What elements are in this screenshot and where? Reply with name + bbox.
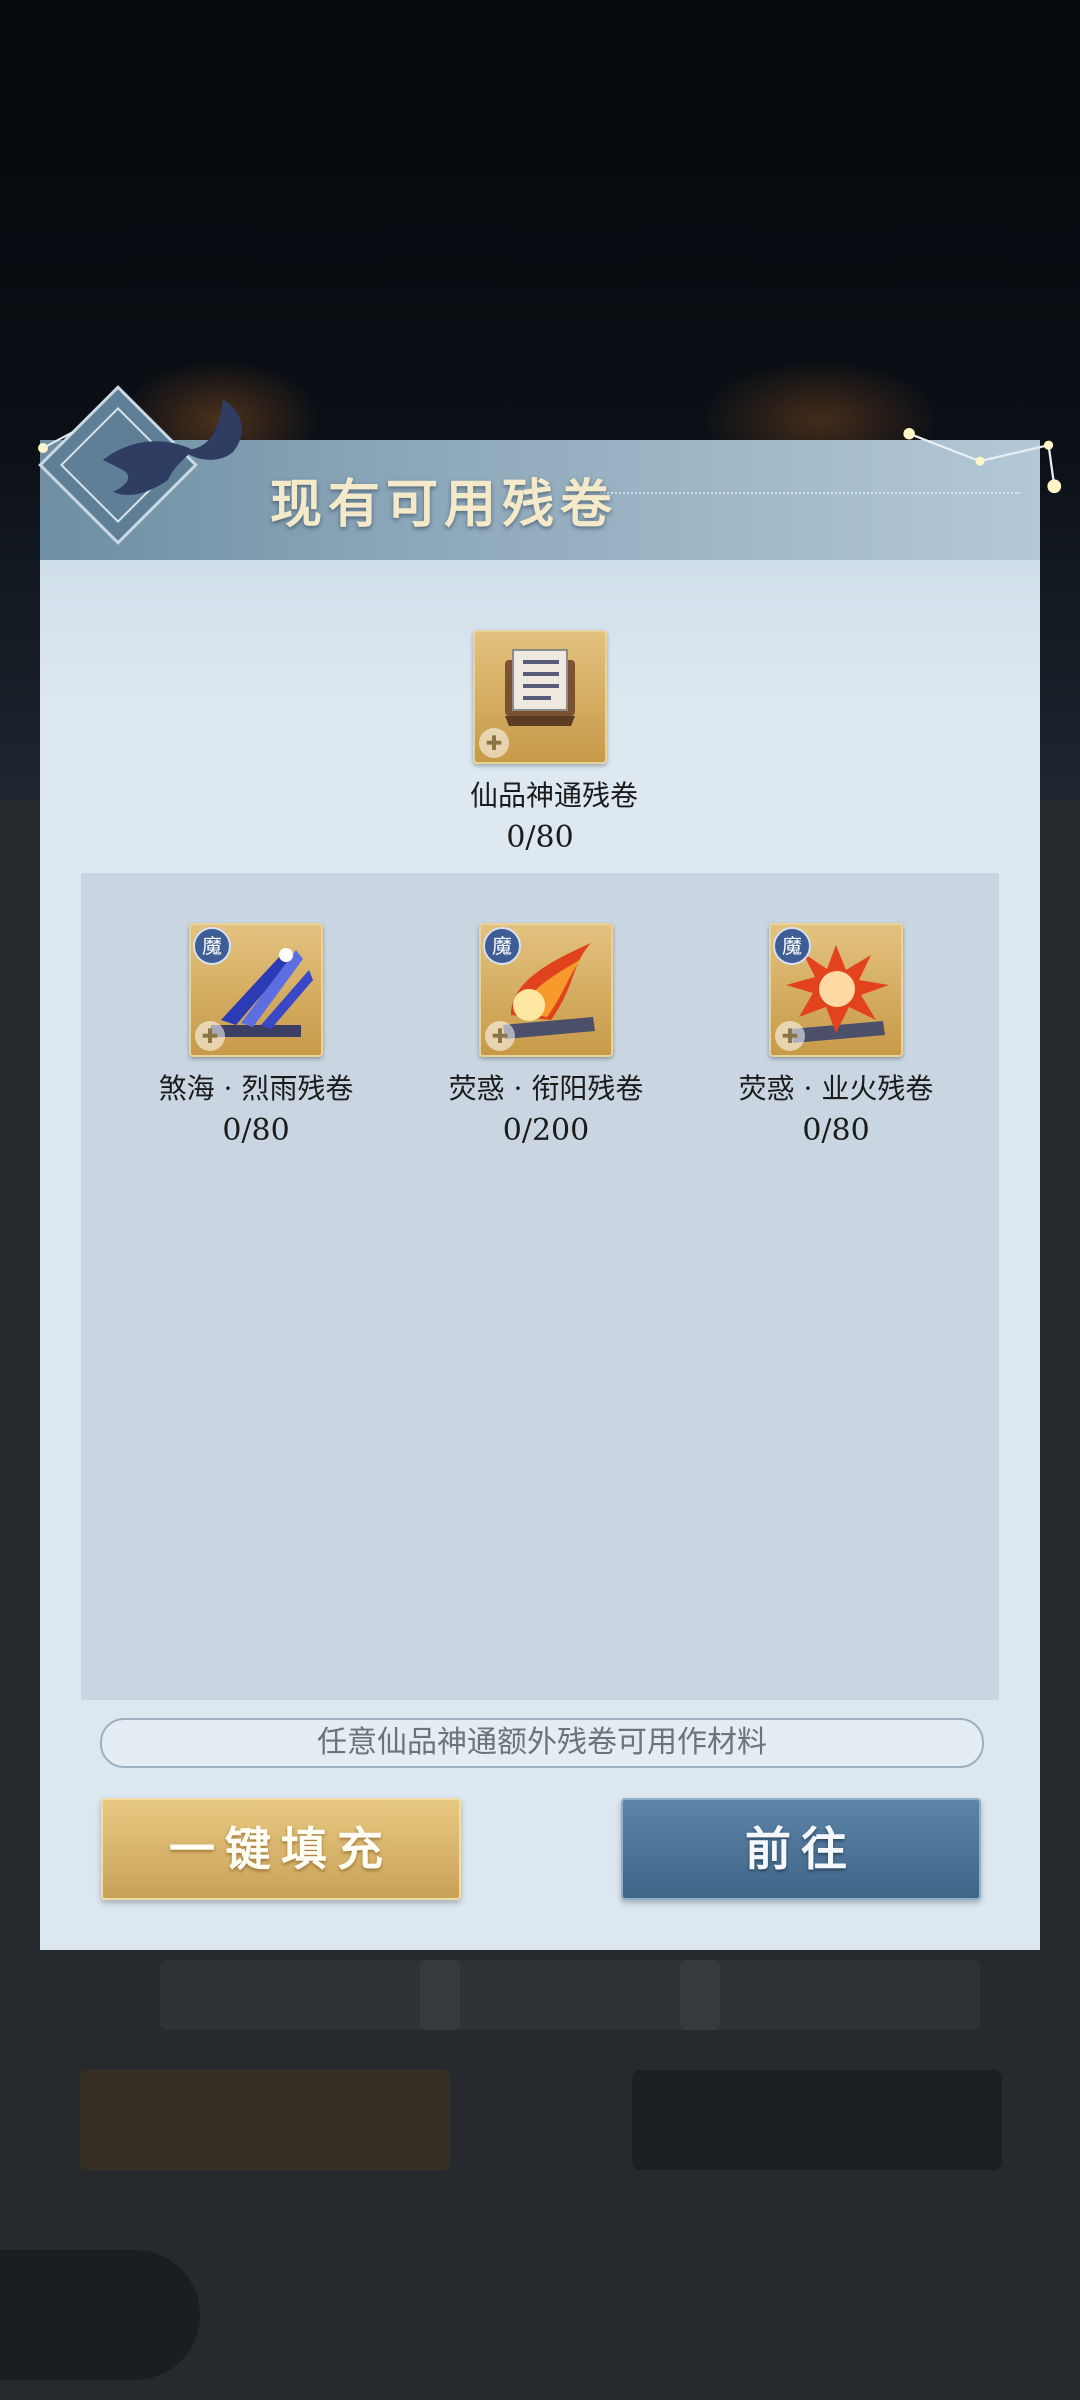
badge-icon: 魔 bbox=[773, 927, 811, 965]
item-grid: 魔 ✚ 煞海 · 烈雨残卷 0/80 魔 ✚ 荧惑 · 衔阳残卷 0/200 魔… bbox=[81, 873, 999, 1700]
grid-item[interactable]: 魔 ✚ 荧惑 · 业火残卷 0/80 bbox=[706, 923, 966, 1148]
badge-icon: 魔 bbox=[193, 927, 231, 965]
karma-fire-scroll-icon[interactable]: 魔 ✚ bbox=[769, 923, 903, 1057]
background-text bbox=[420, 1960, 720, 2030]
item-name: 荧惑 · 衔阳残卷 bbox=[448, 1072, 644, 1105]
blue-rain-scroll-icon[interactable]: 魔 ✚ bbox=[189, 923, 323, 1057]
item-count: 0/200 bbox=[502, 1113, 590, 1148]
material-dialog: 现有可用残卷 ✚ 仙品神通残卷 0/80 魔 ✚ 煞海 · 烈雨残卷 0/80 … bbox=[40, 440, 1040, 1950]
puzzle-piece-icon: ✚ bbox=[479, 728, 509, 758]
grid-item[interactable]: 魔 ✚ 煞海 · 烈雨残卷 0/80 bbox=[126, 923, 386, 1148]
puzzle-piece-icon: ✚ bbox=[485, 1021, 515, 1051]
fire-sun-scroll-icon[interactable]: 魔 ✚ bbox=[479, 923, 613, 1057]
item-name: 煞海 · 烈雨残卷 bbox=[158, 1072, 354, 1105]
info-bar: 任意仙品神通额外残卷可用作材料 bbox=[100, 1718, 984, 1768]
dialog-title: 现有可用残卷 bbox=[270, 474, 619, 535]
puzzle-piece-icon: ✚ bbox=[775, 1021, 805, 1051]
one-click-fill-button[interactable]: 一键填充 bbox=[101, 1798, 461, 1900]
background-button bbox=[80, 2070, 450, 2170]
constellation-icon bbox=[903, 428, 1062, 494]
background-text bbox=[160, 1960, 460, 2030]
item-count: 0/80 bbox=[506, 820, 574, 855]
background-circle bbox=[0, 2250, 200, 2380]
goto-button[interactable]: 前往 bbox=[621, 1798, 981, 1900]
item-count: 0/80 bbox=[802, 1113, 870, 1148]
item-count: 0/80 bbox=[222, 1113, 290, 1148]
item-name: 荧惑 · 业火残卷 bbox=[738, 1072, 934, 1105]
badge-icon: 魔 bbox=[483, 927, 521, 965]
emblem-icon bbox=[38, 385, 242, 545]
grid-item[interactable]: 魔 ✚ 荧惑 · 衔阳残卷 0/200 bbox=[416, 923, 676, 1148]
item-name: 仙品神通残卷 bbox=[470, 779, 639, 812]
puzzle-piece-icon: ✚ bbox=[195, 1021, 225, 1051]
background-button bbox=[632, 2070, 1002, 2170]
scroll-book-icon[interactable]: ✚ bbox=[473, 630, 607, 764]
background-text bbox=[680, 1960, 980, 2030]
top-item[interactable]: ✚ 仙品神通残卷 0/80 bbox=[470, 630, 639, 855]
